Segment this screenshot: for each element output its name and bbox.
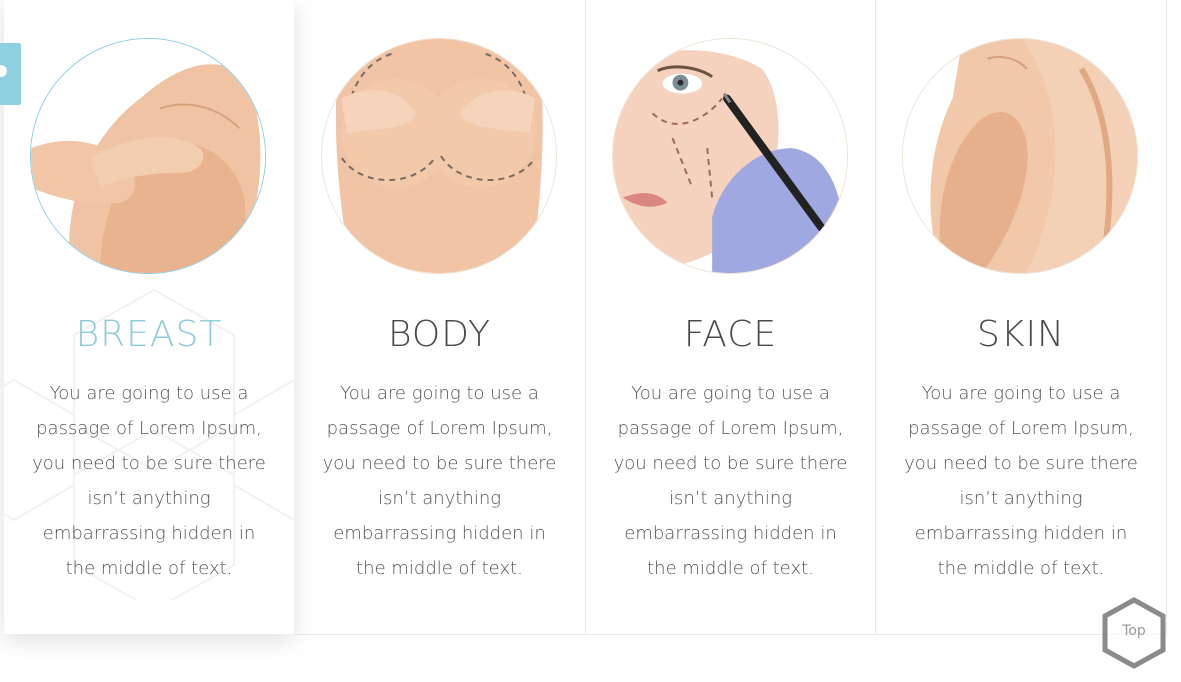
scroll-top-label: Top <box>1122 623 1146 639</box>
service-card-face[interactable]: FACE You are going to use a passage of L… <box>586 0 876 635</box>
card-title[interactable]: BODY <box>294 312 585 358</box>
settings-icon <box>0 65 7 77</box>
card-description: You are going to use a passage of Lorem … <box>904 383 1138 579</box>
face-image <box>612 38 848 274</box>
body-image <box>321 38 557 274</box>
card-title[interactable]: SKIN <box>876 312 1166 358</box>
skin-image <box>902 38 1138 274</box>
service-card-breast[interactable]: BREAST You are going to use a passage of… <box>4 0 294 634</box>
service-card-skin[interactable]: SKIN You are going to use a passage of L… <box>876 0 1167 635</box>
side-settings-tab[interactable] <box>0 43 21 105</box>
breast-image <box>30 38 266 274</box>
card-description: You are going to use a passage of Lorem … <box>613 383 848 579</box>
service-card-body[interactable]: BODY You are going to use a passage of L… <box>294 0 586 635</box>
scroll-to-top-button[interactable]: Top <box>1102 597 1166 669</box>
services-row: BREAST You are going to use a passage of… <box>0 0 1181 682</box>
card-title[interactable]: BREAST <box>4 312 294 358</box>
card-title[interactable]: FACE <box>586 312 875 358</box>
card-description: You are going to use a passage of Lorem … <box>322 383 557 579</box>
card-description: You are going to use a passage of Lorem … <box>32 383 266 579</box>
